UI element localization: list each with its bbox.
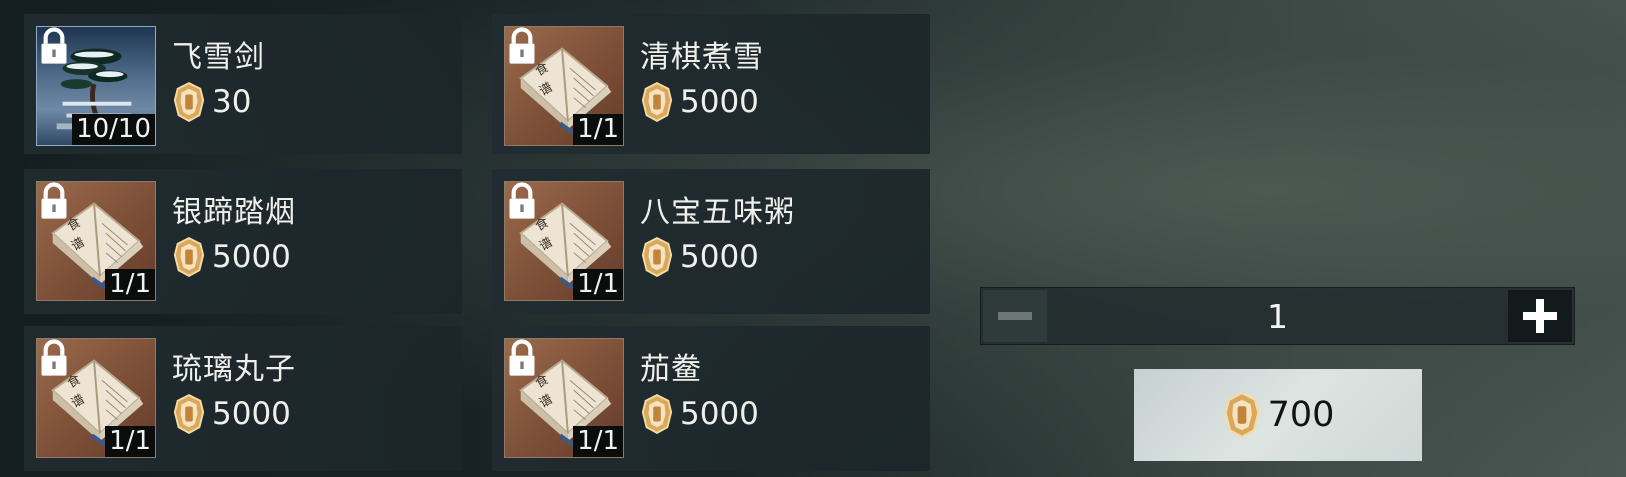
lock-icon xyxy=(37,27,71,67)
item-stock-count: 1/1 xyxy=(573,269,623,300)
lock-icon xyxy=(37,182,71,222)
recipe-book-icon: 1/1 xyxy=(504,181,624,301)
item-price: 5000 xyxy=(172,392,291,436)
lock-icon xyxy=(37,339,71,379)
item-name: 八宝五味粥 xyxy=(640,195,795,230)
shop-item-card[interactable]: 1/1 银蹄踏烟 5000 xyxy=(24,169,462,314)
token-icon xyxy=(1222,391,1262,439)
item-price: 5000 xyxy=(172,235,291,279)
recipe-book-icon: 1/1 xyxy=(504,338,624,458)
shop-item-card[interactable]: 1/1 八宝五味粥 5000 xyxy=(492,169,930,314)
item-price: 5000 xyxy=(640,392,759,436)
quantity-stepper: 1 xyxy=(980,287,1575,345)
lock-icon xyxy=(505,339,539,379)
item-name: 茄鲞 xyxy=(640,352,702,387)
lock-icon xyxy=(505,182,539,222)
item-price-value: 5000 xyxy=(212,239,291,275)
item-price-value: 30 xyxy=(212,84,252,120)
lock-icon xyxy=(505,27,539,67)
item-price: 5000 xyxy=(640,80,759,124)
token-icon xyxy=(172,81,206,123)
purchase-button[interactable]: 700 xyxy=(1134,369,1422,461)
recipe-book-icon: 1/1 xyxy=(504,26,624,146)
recipe-book-icon: 1/1 xyxy=(36,338,156,458)
item-price-value: 5000 xyxy=(680,84,759,120)
token-icon xyxy=(640,393,674,435)
item-stock-count: 1/1 xyxy=(573,114,623,145)
item-price-value: 5000 xyxy=(680,396,759,432)
item-price: 30 xyxy=(172,80,251,124)
item-price: 5000 xyxy=(640,235,759,279)
item-name: 琉璃丸子 xyxy=(172,352,296,387)
item-stock-count: 1/1 xyxy=(105,426,155,457)
shop-item-card[interactable]: 1/1 茄鲞 5000 xyxy=(492,326,930,471)
purchase-price: 700 xyxy=(1267,395,1335,435)
item-price-value: 5000 xyxy=(680,239,759,275)
quantity-value[interactable]: 1 xyxy=(1051,288,1504,344)
item-stock-count: 1/1 xyxy=(105,269,155,300)
item-name: 银蹄踏烟 xyxy=(172,195,296,230)
item-stock-count: 1/1 xyxy=(573,426,623,457)
item-price-value: 5000 xyxy=(212,396,291,432)
shop-item-card[interactable]: 10/10 飞雪剑 30 xyxy=(24,14,462,154)
shop-item-card[interactable]: 1/1 琉璃丸子 5000 xyxy=(24,326,462,471)
decrease-quantity-button[interactable] xyxy=(983,290,1047,342)
token-icon xyxy=(640,81,674,123)
increase-quantity-button[interactable] xyxy=(1508,290,1572,342)
token-icon xyxy=(172,393,206,435)
token-icon xyxy=(172,236,206,278)
sword-pine-icon: 10/10 xyxy=(36,26,156,146)
minus-icon xyxy=(998,312,1032,320)
recipe-book-icon: 1/1 xyxy=(36,181,156,301)
item-name: 飞雪剑 xyxy=(172,40,265,75)
plus-icon xyxy=(1523,299,1557,333)
item-stock-count: 10/10 xyxy=(72,114,155,145)
item-name: 清棋煮雪 xyxy=(640,40,764,75)
token-icon xyxy=(640,236,674,278)
shop-item-card[interactable]: 1/1 清棋煮雪 5000 xyxy=(492,14,930,154)
